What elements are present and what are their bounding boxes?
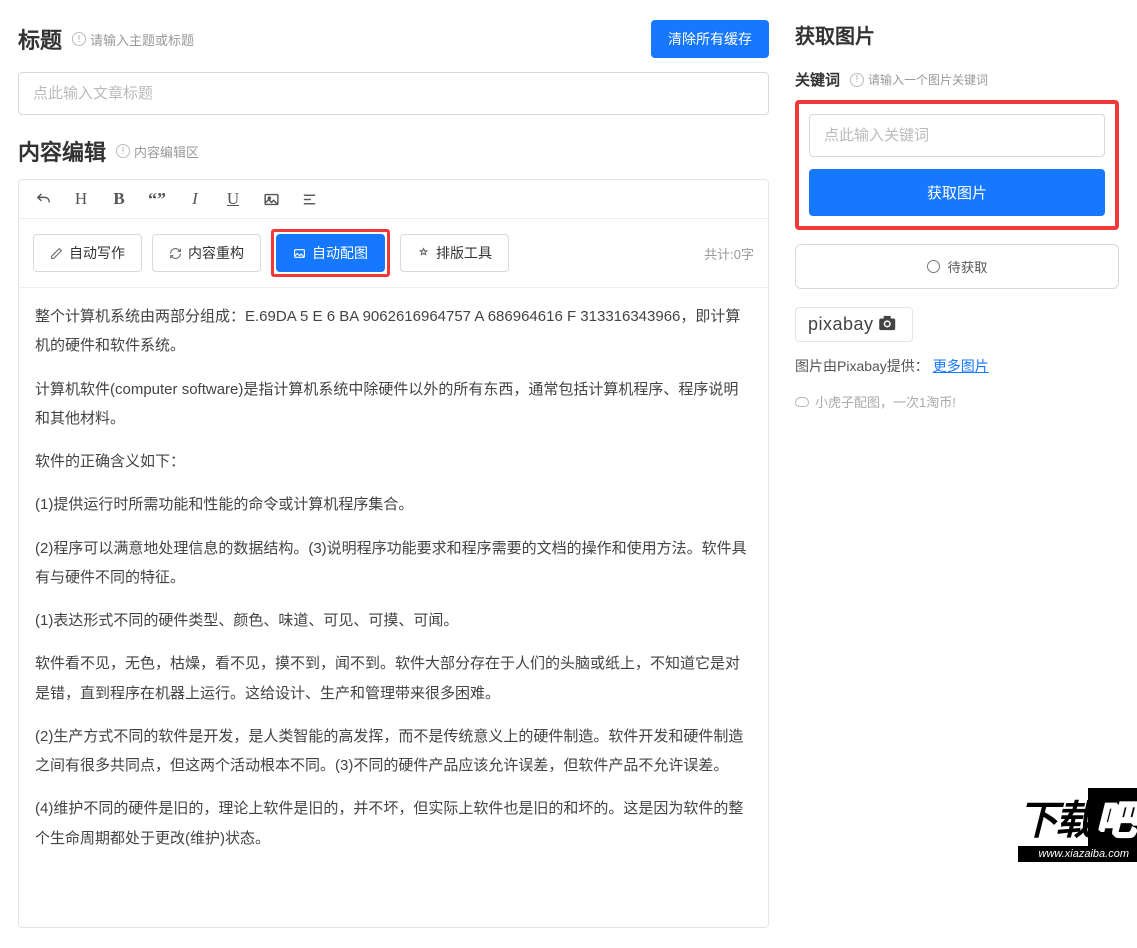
layout-tool-button[interactable]: 排版工具 — [400, 234, 509, 272]
content-paragraph: 计算机软件(computer software)是指计算机系统中除硬件以外的所有… — [35, 375, 752, 434]
content-section-label: 内容编辑 ! 内容编辑区 — [18, 135, 769, 167]
format-toolbar: H B “” I U — [19, 180, 768, 219]
italic-icon[interactable]: I — [185, 188, 205, 210]
get-image-button-label: 获取图片 — [927, 182, 987, 203]
image-icon[interactable] — [261, 188, 281, 210]
content-paragraph: 整个计算机系统由两部分组成：E.69DA 5 E 6 BA 9062616964… — [35, 302, 752, 361]
keyword-hint-text: 请输入一个图片关键词 — [868, 71, 988, 88]
picture-icon — [293, 247, 306, 260]
camera-icon — [878, 315, 900, 335]
info-icon: ! — [116, 144, 130, 158]
align-icon[interactable] — [299, 188, 319, 210]
bold-icon[interactable]: B — [109, 188, 129, 210]
cloud-icon — [795, 397, 809, 407]
content-paragraph: (2)生产方式不同的软件是开发，是人类智能的高发挥，而不是传统意义上的硬件制造。… — [35, 722, 752, 781]
get-image-button[interactable]: 获取图片 — [809, 169, 1105, 216]
title-hint: ! 请输入主题或标题 — [72, 30, 194, 49]
content-paragraph: 软件的正确含义如下： — [35, 447, 752, 476]
title-header-row: 标题 ! 请输入主题或标题 清除所有缓存 — [18, 20, 769, 58]
content-paragraph: (2)程序可以满意地处理信息的数据结构。(3)说明程序功能要求和程序需要的文档的… — [35, 534, 752, 593]
layout-tool-label: 排版工具 — [436, 243, 492, 263]
provider-line: 图片由Pixabay提供： 更多图片 — [795, 356, 1119, 376]
count-suffix: 字 — [741, 247, 754, 262]
underline-icon[interactable]: U — [223, 188, 243, 210]
content-paragraph: (4)维护不同的硬件是旧的，理论上软件是旧的，并不坏，但实际上软件也是旧的和坏的… — [35, 794, 752, 853]
pencil-icon — [50, 247, 63, 260]
watermark-text2: 吧 — [1088, 788, 1137, 846]
word-count: 共计:0字 — [704, 244, 754, 263]
info-icon: ! — [850, 73, 864, 87]
pending-button[interactable]: 待获取 — [795, 244, 1119, 289]
clear-cache-button[interactable]: 清除所有缓存 — [651, 20, 769, 58]
clear-cache-label: 清除所有缓存 — [668, 29, 752, 49]
content-paragraph: (1)表达形式不同的硬件类型、颜色、味道、可见、可摸、可闻。 — [35, 606, 752, 635]
keyword-label-row: 关键词 ! 请输入一个图片关键词 — [795, 69, 1119, 90]
undo-icon[interactable] — [33, 188, 53, 210]
content-paragraph: 软件看不见，无色，枯燥，看不见，摸不到，闻不到。软件大部分存在于人们的头脑或纸上… — [35, 649, 752, 708]
pixabay-text: pixabay — [808, 314, 874, 335]
heading-icon[interactable]: H — [71, 188, 91, 210]
editor-container: H B “” I U 自动写作 内容重构 — [18, 179, 769, 928]
circle-icon — [927, 260, 940, 273]
info-icon: ! — [72, 32, 86, 46]
content-hint: ! 内容编辑区 — [116, 142, 199, 161]
refresh-icon — [169, 247, 182, 260]
get-image-title: 获取图片 — [795, 20, 1119, 49]
content-hint-text: 内容编辑区 — [134, 142, 199, 161]
title-label: 标题 — [18, 23, 62, 55]
keyword-input[interactable] — [809, 114, 1105, 157]
watermark: 下载吧 www.xiazaiba.com — [1018, 788, 1137, 862]
title-hint-text: 请输入主题或标题 — [90, 30, 194, 49]
content-label: 内容编辑 — [18, 135, 106, 167]
keyword-label: 关键词 — [795, 69, 840, 90]
content-editable-area[interactable]: 整个计算机系统由两部分组成：E.69DA 5 E 6 BA 9062616964… — [19, 288, 768, 927]
watermark-text1: 下载 — [1018, 788, 1092, 846]
title-section-label: 标题 ! 请输入主题或标题 — [18, 23, 194, 55]
content-paragraph: (1)提供运行时所需功能和性能的命令或计算机程序集合。 — [35, 490, 752, 519]
restructure-button[interactable]: 内容重构 — [152, 234, 261, 272]
restructure-label: 内容重构 — [188, 243, 244, 263]
tip-line: 小虎子配图，一次1淘币! — [795, 392, 1119, 411]
article-title-input[interactable] — [18, 72, 769, 115]
count-value: 0 — [734, 247, 741, 262]
tip-text: 小虎子配图，一次1淘币! — [815, 392, 956, 411]
auto-image-highlight: 自动配图 — [271, 229, 390, 277]
provider-text: 图片由Pixabay提供： — [795, 358, 929, 374]
auto-image-button[interactable]: 自动配图 — [276, 234, 385, 272]
count-prefix: 共计: — [704, 247, 734, 262]
keyword-hint: ! 请输入一个图片关键词 — [850, 71, 988, 88]
more-images-link[interactable]: 更多图片 — [933, 358, 989, 374]
action-toolbar: 自动写作 内容重构 自动配图 排版工具 — [19, 219, 768, 288]
pixabay-badge: pixabay — [795, 307, 913, 342]
pending-label: 待获取 — [948, 257, 988, 276]
auto-write-button[interactable]: 自动写作 — [33, 234, 142, 272]
keyword-card-highlight: 获取图片 — [795, 100, 1119, 230]
auto-image-label: 自动配图 — [312, 243, 368, 263]
tool-icon — [417, 247, 430, 260]
quote-icon[interactable]: “” — [147, 188, 167, 210]
auto-write-label: 自动写作 — [69, 243, 125, 263]
